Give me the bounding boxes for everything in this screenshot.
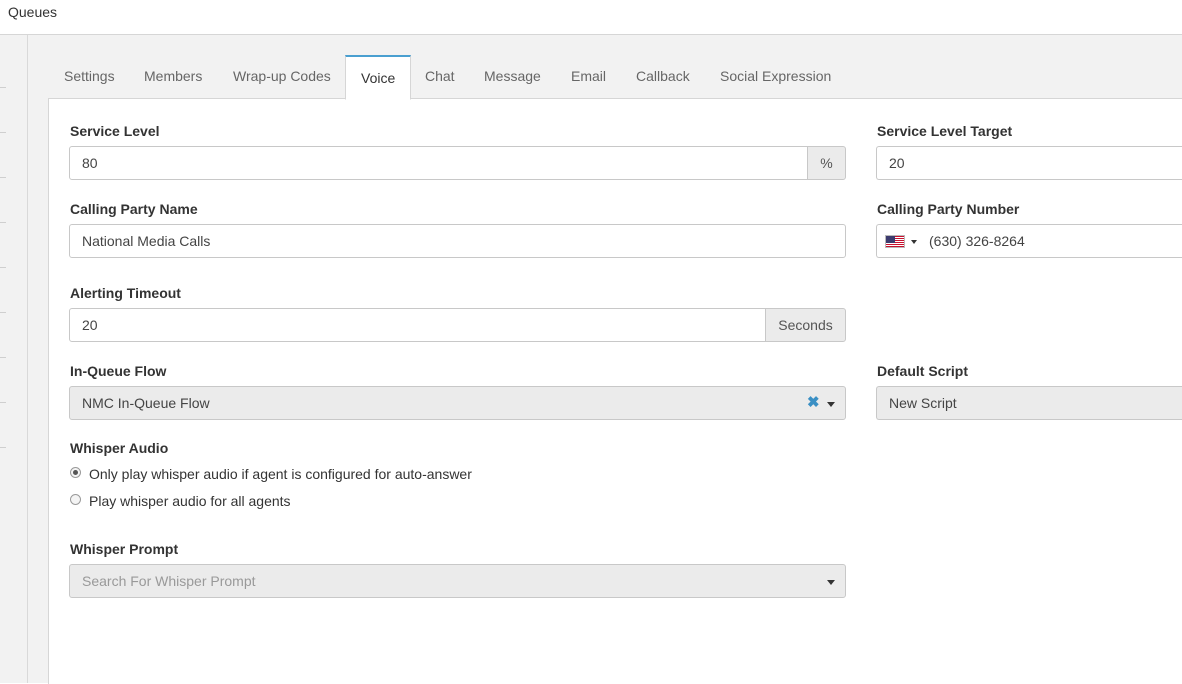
whisper-prompt-select[interactable]: Search For Whisper Prompt: [69, 564, 846, 598]
alerting-timeout-input[interactable]: 20: [69, 308, 766, 342]
tab-wrap-up-codes[interactable]: Wrap-up Codes: [233, 55, 331, 98]
in-queue-flow-select[interactable]: NMC In-Queue Flow: [69, 386, 846, 420]
tab-settings[interactable]: Settings: [64, 55, 115, 98]
tab-email[interactable]: Email: [571, 55, 606, 98]
alerting-timeout-label: Alerting Timeout: [70, 285, 181, 301]
tab-voice[interactable]: Voice: [345, 55, 412, 100]
tab-callback[interactable]: Callback: [636, 55, 690, 98]
rail-divider: [0, 222, 6, 223]
clear-icon[interactable]: ✖: [807, 393, 820, 411]
default-script-label: Default Script: [877, 363, 969, 379]
service-level-percent-addon: %: [807, 146, 846, 180]
whisper-auto-answer-radio[interactable]: [70, 467, 81, 478]
voice-settings-panel: Service Level 80 % Service Level Target …: [48, 98, 1182, 684]
tab-message[interactable]: Message: [484, 55, 541, 98]
rail-divider: [0, 177, 6, 178]
rail-divider: [0, 447, 6, 448]
calling-party-number-input[interactable]: (630) 326-8264: [876, 224, 1182, 258]
rail-divider: [0, 87, 6, 88]
calling-party-number-label: Calling Party Number: [877, 201, 1020, 217]
calling-party-name-input[interactable]: National Media Calls: [69, 224, 846, 258]
tab-social-expression[interactable]: Social Expression: [720, 55, 831, 98]
whisper-all-agents-label[interactable]: Play whisper audio for all agents: [89, 493, 291, 509]
tab-members[interactable]: Members: [144, 55, 202, 98]
service-level-target-label: Service Level Target: [877, 123, 1013, 139]
rail-divider: [0, 267, 6, 268]
tab-chat[interactable]: Chat: [425, 55, 455, 98]
rail-divider: [0, 312, 6, 313]
whisper-auto-answer-label[interactable]: Only play whisper audio if agent is conf…: [89, 466, 472, 482]
rail-divider: [0, 357, 6, 358]
whisper-all-agents-radio[interactable]: [70, 494, 81, 505]
calling-party-name-label: Calling Party Name: [70, 201, 198, 217]
us-flag-icon[interactable]: [885, 235, 905, 248]
in-queue-flow-label: In-Queue Flow: [70, 363, 167, 379]
service-level-target-input[interactable]: 20: [876, 146, 1182, 180]
service-level-input[interactable]: 80: [69, 146, 808, 180]
left-rail: [0, 35, 28, 683]
chevron-down-icon[interactable]: [827, 402, 835, 407]
page-title: Queues: [8, 4, 58, 20]
rail-divider: [0, 402, 6, 403]
chevron-down-icon[interactable]: [827, 580, 835, 585]
service-level-label: Service Level: [70, 123, 160, 139]
rail-divider: [0, 132, 6, 133]
whisper-prompt-label: Whisper Prompt: [70, 541, 179, 557]
country-dropdown-caret-icon[interactable]: [911, 240, 917, 244]
whisper-audio-label: Whisper Audio: [70, 440, 169, 456]
content-area: Settings Members Wrap-up Codes Voice Cha…: [28, 35, 1182, 684]
alerting-timeout-seconds-addon: Seconds: [765, 308, 846, 342]
top-bar: Queues: [0, 0, 1182, 35]
default-script-select[interactable]: New Script: [876, 386, 1182, 420]
